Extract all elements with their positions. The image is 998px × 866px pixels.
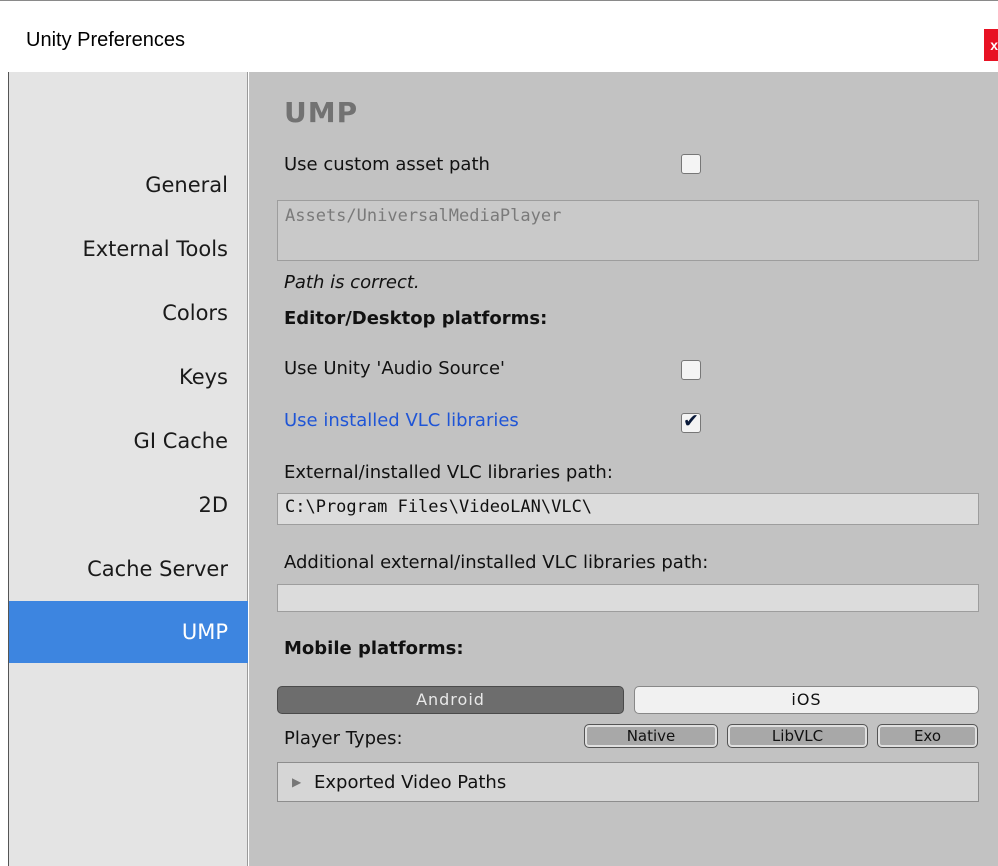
sidebar-item-label: 2D (198, 493, 228, 517)
installed-vlc-checkbox[interactable]: ✔ (681, 410, 701, 433)
sidebar-item-2d[interactable]: 2D (9, 474, 248, 536)
editor-platforms-heading: Editor/Desktop platforms: (284, 308, 548, 329)
additional-path-label: Additional external/installed VLC librar… (284, 552, 709, 573)
preferences-content: UMP Use custom asset path Assets/Univers… (249, 72, 998, 866)
sidebar-item-label: Keys (178, 365, 228, 389)
window-left-edge (0, 72, 9, 866)
vlc-path-label: External/installed VLC libraries path: (284, 462, 613, 483)
checkmark-icon: ✔ (683, 410, 699, 432)
audio-source-checkbox[interactable] (681, 360, 701, 380)
installed-vlc-label: Use installed VLC libraries (284, 410, 519, 431)
page-title: UMP (284, 96, 359, 129)
sidebar-item-label: General (145, 173, 228, 197)
player-type-libvlc-button[interactable]: LibVLC (727, 724, 868, 748)
additional-path-field[interactable] (277, 584, 979, 612)
asset-path-value: Assets/UniversalMediaPlayer (285, 206, 562, 226)
window-title: Unity Preferences (26, 29, 185, 51)
custom-asset-path-label: Use custom asset path (284, 154, 490, 175)
close-button[interactable]: x (984, 29, 998, 61)
exported-video-paths-foldout[interactable]: ▶ Exported Video Paths (277, 762, 979, 802)
player-type-label: Exo (913, 727, 942, 745)
tab-ios-label: iOS (791, 690, 822, 709)
tab-ios[interactable]: iOS (634, 686, 979, 714)
player-type-native-button[interactable]: Native (584, 724, 718, 748)
audio-source-label: Use Unity 'Audio Source' (284, 358, 505, 379)
player-type-exo-button[interactable]: Exo (877, 724, 978, 748)
vlc-path-value: C:\Program Files\VideoLAN\VLC\ (285, 497, 593, 517)
sidebar-item-general[interactable]: General (9, 154, 248, 216)
window-titlebar: Unity Preferences x (0, 0, 998, 72)
close-icon: x (990, 37, 998, 53)
player-type-label: LibVLC (771, 727, 824, 745)
sidebar-item-label: UMP (181, 620, 228, 644)
asset-path-field[interactable]: Assets/UniversalMediaPlayer (277, 200, 979, 261)
mobile-platforms-heading: Mobile platforms: (284, 638, 464, 659)
preferences-sidebar: General External Tools Colors Keys GI Ca… (9, 72, 248, 866)
path-status-text: Path is correct. (284, 272, 420, 293)
player-type-label: Native (626, 727, 676, 745)
sidebar-item-label: External Tools (82, 237, 228, 261)
sidebar-item-external-tools[interactable]: External Tools (9, 218, 248, 280)
sidebar-item-label: Cache Server (87, 557, 228, 581)
sidebar-item-gi-cache[interactable]: GI Cache (9, 410, 248, 472)
tab-android[interactable]: Android (277, 686, 624, 714)
sidebar-item-label: GI Cache (133, 429, 228, 453)
sidebar-item-keys[interactable]: Keys (9, 346, 248, 408)
custom-asset-path-checkbox[interactable] (681, 154, 701, 174)
tab-android-label: Android (416, 690, 485, 709)
sidebar-item-ump[interactable]: UMP (9, 601, 248, 663)
foldout-arrow-icon: ▶ (292, 775, 302, 789)
sidebar-item-label: Colors (162, 301, 228, 325)
vlc-path-field[interactable]: C:\Program Files\VideoLAN\VLC\ (277, 493, 979, 525)
sidebar-item-cache-server[interactable]: Cache Server (9, 538, 248, 600)
exported-video-paths-label: Exported Video Paths (314, 772, 507, 793)
sidebar-item-colors[interactable]: Colors (9, 282, 248, 344)
player-types-label: Player Types: (284, 728, 403, 749)
